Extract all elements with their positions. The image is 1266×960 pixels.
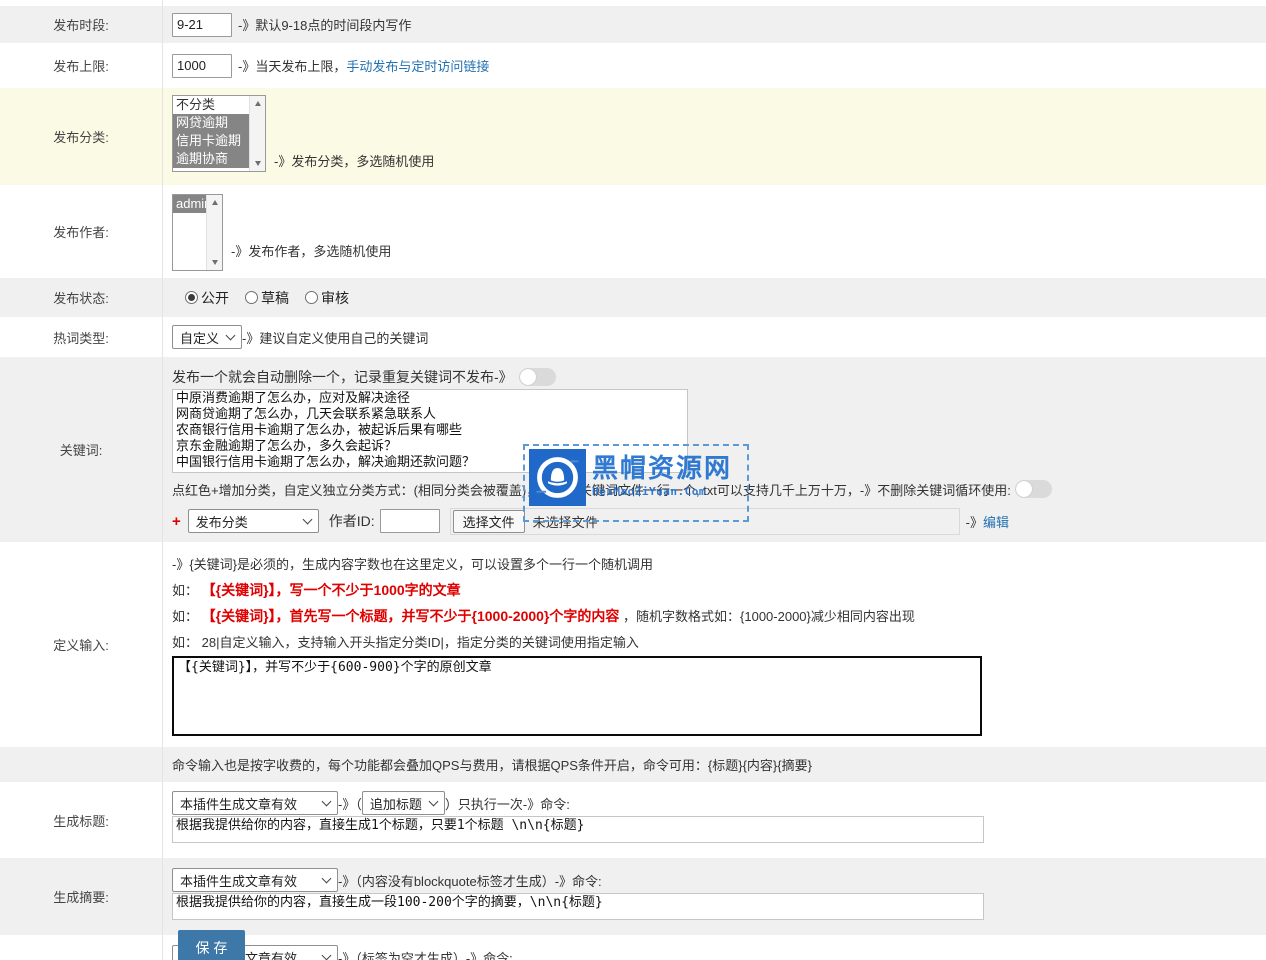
publish-time-hint: -》默认9-18点的时间段内写作	[238, 15, 411, 34]
publish-limit-hint: -》当天发布上限，	[238, 56, 346, 75]
radio-public-label: 公开	[201, 288, 229, 308]
row-publish-limit: 发布上限: -》当天发布上限， 手动发布与定时访问链接	[0, 43, 1266, 88]
select-option[interactable]: admin	[173, 195, 206, 213]
scroll-down-icon[interactable]	[255, 161, 261, 166]
radio-selected-icon	[185, 291, 198, 304]
example2-rest: ，随机字数格式如：{1000-2000}减少相同内容出现	[623, 609, 915, 624]
chevron-down-icon	[226, 331, 236, 341]
gen-title-command-textarea[interactable]: 根据我提供给你的内容，直接生成1个标题，只要1个标题 \n\n{标题}	[172, 816, 984, 843]
gen-summary-label: 生成摘要:	[0, 858, 163, 935]
gen-summary-mid: -》（内容没有blockquote标签才生成）-》命令:	[338, 871, 602, 890]
manual-publish-link[interactable]: 手动发布与定时访问链接	[346, 56, 489, 75]
row-publish-category: 发布分类: 不分类网贷逾期信用卡逾期逾期协商 -》发布分类，多选随机使用	[0, 88, 1266, 185]
publish-status-label: 发布状态:	[0, 278, 163, 317]
multiselect-scrollbar[interactable]	[249, 96, 265, 171]
edit-arrow: -》	[966, 512, 983, 531]
add-category-button[interactable]: +	[172, 513, 181, 530]
radio-review-label: 审核	[321, 288, 349, 308]
radio-review[interactable]: 审核	[305, 288, 349, 308]
command-note-text: 命令输入也是按字收费的，每个功能都会叠加QPS与费用，请根据QPS条件开启，命令…	[172, 755, 812, 774]
publish-limit-label: 发布上限:	[0, 43, 163, 88]
hot-word-type-label: 热词类型:	[0, 317, 163, 357]
publish-category-hint: -》发布分类，多选随机使用	[274, 151, 434, 170]
publish-limit-input[interactable]	[172, 54, 232, 78]
gen-title-append-value: 追加标题	[370, 794, 422, 813]
chevron-down-icon	[428, 797, 438, 807]
row-keywords: 关键词: 发布一个就会自动删除一个，记录重复关键词不发布-》 中原消费逾期了怎么…	[0, 357, 1266, 542]
publish-author-hint: -》发布作者，多选随机使用	[231, 241, 391, 260]
row-hot-word-type: 热词类型: 自定义 -》建议自定义使用自己的关键词	[0, 317, 1266, 357]
row-publish-status: 发布状态: 公开 草稿 审核	[0, 278, 1266, 317]
chevron-down-icon	[322, 874, 332, 884]
author-id-label: 作者ID:	[329, 511, 375, 531]
keywords-textarea[interactable]: 中原消费逾期了怎么办，应对及解决途径 网商贷逾期了怎么办，几天会联系紧急联系人 …	[172, 389, 688, 473]
select-option[interactable]: 逾期协商	[173, 150, 249, 168]
hot-word-type-select[interactable]: 自定义	[172, 325, 242, 349]
select-option[interactable]: 网贷逾期	[173, 114, 249, 132]
chevron-down-icon	[302, 515, 312, 525]
example1-red: 【{关键词}】，写一个不少于1000字的文章	[202, 582, 461, 598]
define-input-line1: -》{关键词}是必须的，生成内容字数也在这里定义，可以设置多个一行一个随机调用	[172, 554, 1266, 573]
row-publish-time: 发布时段: -》默认9-18点的时间段内写作	[0, 6, 1266, 43]
save-button[interactable]: 保 存	[178, 930, 245, 960]
radio-public[interactable]: 公开	[185, 288, 229, 308]
author-id-input[interactable]	[380, 509, 440, 533]
select-option[interactable]: 不分类	[173, 96, 249, 114]
keyword-category-select[interactable]: 发布分类	[188, 509, 319, 533]
multiselect-scrollbar[interactable]	[206, 195, 222, 270]
radio-unselected-icon	[305, 291, 318, 304]
gen-title-mode-select[interactable]: 本插件生成文章有效	[172, 791, 338, 815]
scroll-down-icon[interactable]	[212, 260, 218, 265]
scroll-up-icon[interactable]	[212, 200, 218, 205]
chevron-down-icon	[322, 797, 332, 807]
publish-time-label: 发布时段:	[0, 6, 163, 43]
row-gen-summary: 生成摘要: 本插件生成文章有效 -》（内容没有blockquote标签才生成）-…	[0, 858, 1266, 935]
row-gen-title: 生成标题: 本插件生成文章有效 -》（ 追加标题 ）只执行一次-》命令: 根据我…	[0, 782, 1266, 858]
row-define-input: 定义输入: -》{关键词}是必须的，生成内容字数也在这里定义，可以设置多个一行一…	[0, 542, 1266, 747]
gen-title-mode-value: 本插件生成文章有效	[180, 794, 297, 813]
example3-text: 28|自定义输入，支持输入开头指定分类ID|，指定分类的关键词使用指定输入	[202, 635, 639, 650]
example2-red: 【{关键词}】，首先写一个标题，并写不少于{1000-2000}个字的内容	[202, 608, 620, 624]
radio-draft[interactable]: 草稿	[245, 288, 289, 308]
keyword-cycle-toggle[interactable]	[1015, 480, 1052, 498]
publish-author-label: 发布作者:	[0, 185, 163, 278]
scroll-up-icon[interactable]	[255, 101, 261, 106]
auto-delete-text: 发布一个就会自动删除一个，记录重复关键词不发布-》	[172, 367, 513, 387]
file-status-text: 未选择文件	[533, 512, 598, 531]
define-input-label: 定义输入:	[0, 542, 163, 747]
example-prefix: 如：	[172, 635, 198, 650]
row-command-note: 命令输入也是按字收费的，每个功能都会叠加QPS与费用，请根据QPS条件开启，命令…	[0, 747, 1266, 782]
choose-file-button[interactable]: 选择文件	[453, 510, 525, 533]
gen-title-mid2: ）只执行一次-》命令:	[445, 794, 570, 813]
gen-title-mid1: -》（	[338, 794, 362, 813]
example-prefix: 如：	[172, 609, 198, 624]
radio-draft-label: 草稿	[261, 288, 289, 308]
hot-word-type-hint: -》建议自定义使用自己的关键词	[242, 328, 428, 347]
publish-time-input[interactable]	[172, 13, 232, 37]
publish-category-label: 发布分类:	[0, 88, 163, 185]
publish-category-multiselect[interactable]: 不分类网贷逾期信用卡逾期逾期协商	[172, 95, 266, 172]
keyword-category-value: 发布分类	[196, 512, 248, 531]
gen-title-label: 生成标题:	[0, 782, 163, 858]
chevron-down-icon	[322, 951, 332, 960]
gen-summary-command-textarea[interactable]: 根据我提供给你的内容，直接生成一段100-200个字的摘要，\n\n{标题}	[172, 893, 984, 920]
auto-delete-toggle[interactable]	[519, 368, 556, 386]
keywords-note-text: 点红色+增加分类，自定义独立分类方式：(相同分类会被覆盖)，支持txt关键词文件…	[172, 480, 1011, 499]
plugin-settings-page: 发布时段: -》默认9-18点的时间段内写作 发布上限: -》当天发布上限， 手…	[0, 0, 1266, 960]
gen-summary-mode-select[interactable]: 本插件生成文章有效	[172, 868, 338, 892]
keywords-label: 关键词:	[0, 357, 163, 542]
gen-title-append-select[interactable]: 追加标题	[362, 791, 445, 815]
hot-word-type-value: 自定义	[180, 328, 219, 347]
edit-link[interactable]: 编辑	[983, 512, 1009, 531]
gen-summary-mode-value: 本插件生成文章有效	[180, 871, 297, 890]
define-input-textarea[interactable]: 【{关键词}】，并写不少于{600-900}个字的原创文章	[172, 656, 982, 736]
select-option[interactable]: 信用卡逾期	[173, 132, 249, 150]
publish-author-multiselect[interactable]: admin	[172, 194, 223, 271]
gen-tag-hint: -》（标签为空才生成）-》命令:	[338, 948, 513, 960]
row-publish-author: 发布作者: admin -》发布作者，多选随机使用	[0, 185, 1266, 278]
example-prefix: 如：	[172, 583, 198, 598]
keyword-file-input[interactable]: 选择文件 未选择文件	[450, 508, 960, 535]
radio-unselected-icon	[245, 291, 258, 304]
